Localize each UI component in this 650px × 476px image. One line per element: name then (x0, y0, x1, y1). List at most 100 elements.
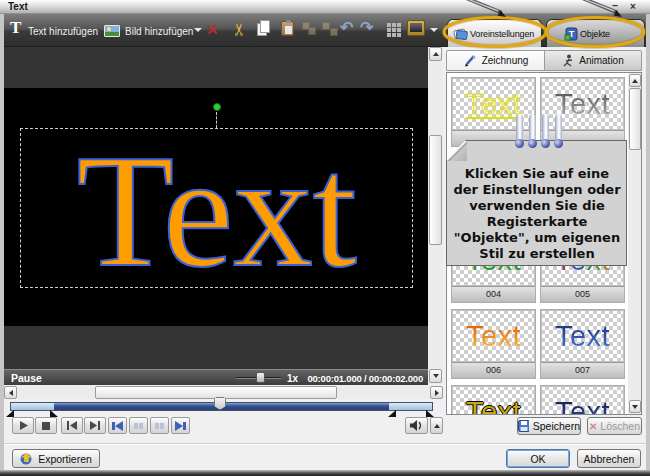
preset-text: Text (466, 398, 521, 416)
preset-scroll-thumb[interactable] (629, 88, 641, 150)
export-button[interactable]: Exportieren (12, 449, 100, 468)
go-end-button[interactable] (171, 417, 190, 434)
next-scene-button[interactable] (150, 417, 169, 434)
trim-handle-right-inner[interactable] (388, 410, 396, 417)
copy-icon[interactable] (257, 23, 267, 36)
timeline-left-segment (11, 403, 54, 410)
delete-icon[interactable]: ✕ (206, 21, 219, 39)
preset-tile-007[interactable]: Text 007 (540, 309, 625, 379)
tab-objekte-label: Objekte (580, 29, 610, 39)
monitor-dropdown-icon[interactable] (430, 28, 438, 32)
preset-number: 007 (541, 362, 624, 378)
ok-label: OK (530, 453, 545, 465)
delete-preset-label: Löschen (600, 420, 640, 432)
group-icon[interactable] (302, 22, 318, 36)
grid-icon[interactable] (387, 23, 401, 37)
title-bar: Text – × (0, 0, 650, 14)
monitor-icon[interactable] (407, 20, 425, 36)
timeline-right-segment (389, 403, 432, 410)
vertical-scroll-thumb[interactable] (429, 135, 442, 245)
add-image-icon[interactable] (104, 25, 120, 37)
preset-number: 005 (541, 286, 624, 302)
add-text-icon[interactable]: T (10, 18, 21, 38)
playback-status-bar: Pause 1x 00:00:01.000 / 00:00:02.000 (4, 369, 428, 385)
undo-icon[interactable]: ↶ (340, 18, 353, 37)
preset-tile-008[interactable]: Text (451, 385, 536, 415)
preset-tile-006[interactable]: Text 006 (451, 309, 536, 379)
preset-number: 006 (452, 362, 535, 378)
scroll-up-icon[interactable] (429, 47, 442, 61)
stop-button[interactable] (35, 417, 57, 434)
prev-scene-button[interactable] (129, 417, 148, 434)
paste-icon[interactable] (281, 21, 294, 36)
scroll-down-icon[interactable] (429, 369, 442, 383)
preset-text: Text (555, 322, 610, 351)
minimize-button[interactable]: – (608, 0, 622, 13)
trim-handle-left-inner[interactable] (50, 410, 58, 417)
hint-callout: Klicken Sie auf eine der Einstellungen o… (446, 140, 627, 266)
cancel-label: Abbrechen (584, 453, 635, 465)
export-label: Exportieren (38, 453, 92, 465)
volume-popup-button[interactable] (430, 417, 443, 434)
ungroup-icon[interactable] (322, 22, 338, 36)
callout-spring-icon (542, 114, 549, 144)
scroll-left-icon[interactable] (4, 386, 17, 399)
tab-objekte[interactable]: T Objekte (546, 19, 645, 47)
delete-preset-button[interactable]: ✕ Löschen (587, 417, 642, 435)
trim-handle-right-outer[interactable] (426, 410, 434, 417)
window-edge-left (0, 14, 4, 470)
close-button[interactable]: × (626, 0, 640, 13)
redo-icon[interactable]: ↷ (360, 18, 373, 37)
preset-tile-001[interactable]: Text (540, 77, 625, 147)
window-edge-right (646, 14, 650, 470)
callout-spring-icon (529, 114, 536, 144)
save-icon (518, 420, 529, 432)
callout-spring-icon (555, 114, 562, 144)
delete-preset-icon: ✕ (589, 421, 597, 432)
animation-icon (562, 54, 575, 68)
cut-icon[interactable]: ✂ (229, 22, 250, 36)
add-image-button[interactable]: Bild hinzufügen (125, 26, 193, 37)
previous-frame-button[interactable] (61, 417, 83, 434)
add-image-dropdown-icon[interactable] (194, 28, 202, 32)
preset-tile-000[interactable]: Text (451, 77, 536, 147)
objects-icon: T (563, 26, 578, 42)
preview-canvas[interactable]: Text (4, 47, 428, 369)
scroll-up-icon[interactable] (629, 74, 641, 87)
go-start-button[interactable] (108, 417, 127, 434)
scroll-right-icon[interactable] (430, 386, 443, 399)
tab-voreinstellungen[interactable]: Voreinstellungen (447, 19, 542, 47)
preview-text[interactable]: Text (20, 131, 413, 291)
tab-zeichnung[interactable]: Zeichnung (446, 50, 545, 71)
horizontal-scroll-thumb[interactable] (95, 386, 337, 399)
bottom-separator (0, 443, 650, 445)
add-text-button[interactable]: Text hinzufügen (28, 26, 98, 37)
save-button[interactable]: Speichern (517, 417, 581, 435)
tab-animation-label: Animation (579, 55, 623, 66)
preset-list-scrollbar[interactable] (628, 73, 642, 414)
tab-zeichnung-label: Zeichnung (482, 55, 529, 66)
preview-vertical-scrollbar[interactable] (428, 47, 443, 384)
drawing-icon (463, 53, 478, 68)
preset-text: Text (555, 90, 610, 119)
speed-label: 1x (287, 373, 298, 384)
preset-number: 004 (452, 286, 535, 302)
preset-text: Text (555, 398, 610, 416)
volume-button[interactable] (405, 417, 428, 434)
ok-button[interactable]: OK (506, 449, 570, 468)
next-frame-button[interactable] (84, 417, 106, 434)
rotation-handle[interactable] (213, 103, 221, 111)
preset-tile-009[interactable]: Text (540, 385, 625, 415)
playback-state: Pause (11, 372, 42, 384)
export-icon (20, 452, 33, 465)
preset-text: Text (466, 322, 521, 351)
play-button[interactable] (12, 417, 34, 434)
cancel-button[interactable]: Abbrechen (577, 449, 641, 468)
scroll-down-icon[interactable] (629, 400, 641, 413)
tab-animation[interactable]: Animation (544, 50, 642, 71)
speed-slider-thumb[interactable] (256, 372, 265, 383)
trim-handle-left-outer[interactable] (6, 410, 14, 417)
window-title: Text (8, 1, 28, 12)
window-edge-bottom (0, 470, 650, 476)
save-label: Speichern (533, 420, 580, 432)
